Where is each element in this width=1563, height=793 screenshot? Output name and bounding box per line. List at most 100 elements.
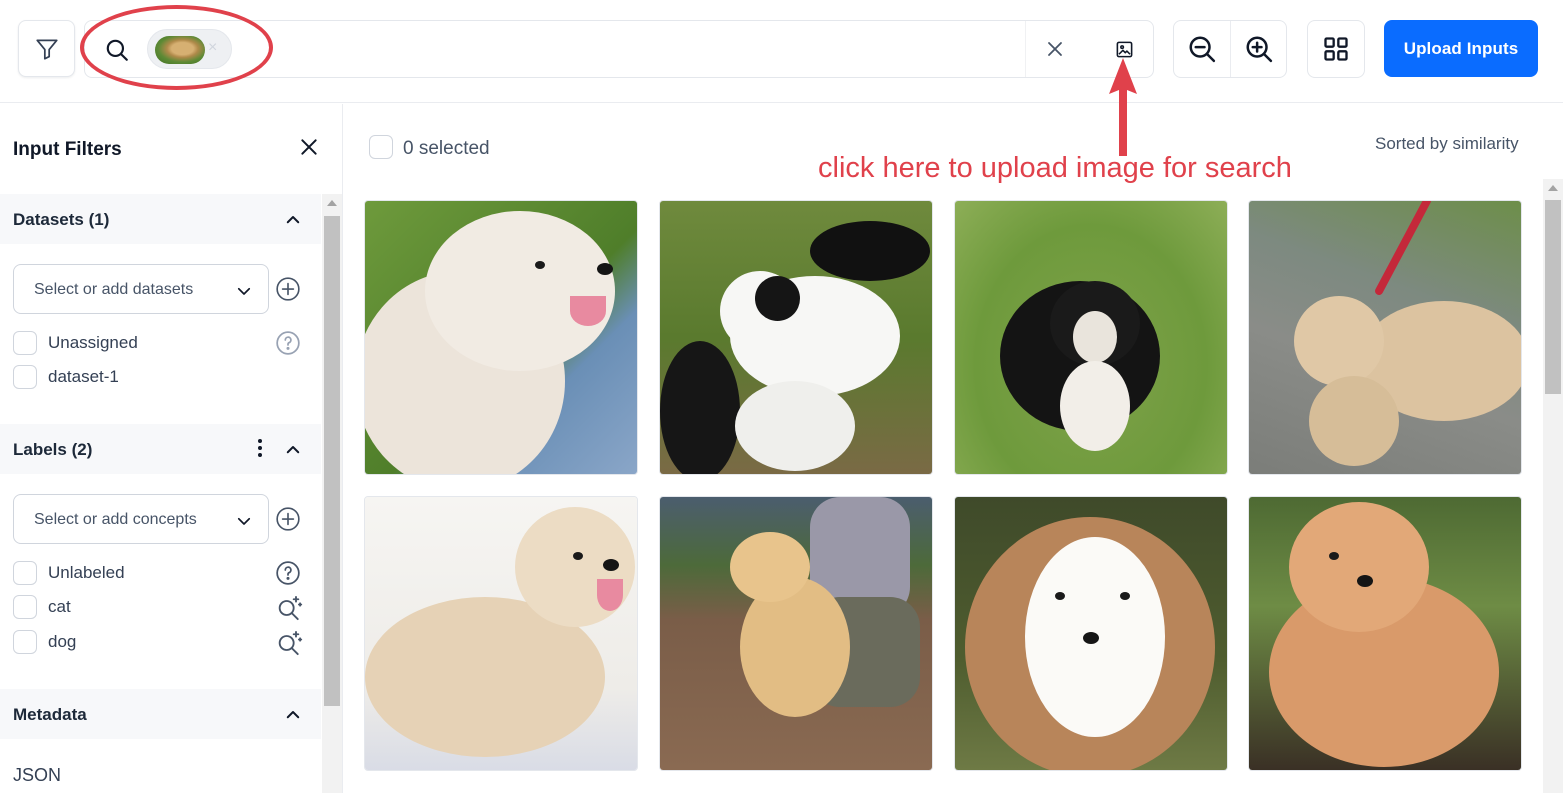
magic-search-icon[interactable]: [275, 629, 303, 662]
sort-indicator[interactable]: Sorted by similarity: [1375, 134, 1519, 154]
dog-head: [1289, 502, 1429, 632]
search-icon: [104, 37, 130, 68]
image-search-chip[interactable]: ×: [147, 29, 232, 69]
scroll-up-arrow-icon[interactable]: [327, 200, 337, 206]
help-circle-icon[interactable]: [275, 330, 301, 361]
dataset-option-unassigned[interactable]: Unassigned: [13, 330, 313, 356]
magic-search-icon[interactable]: [275, 594, 303, 627]
dog-legs: [735, 381, 855, 471]
inputs-gallery: 0 selected Sorted by similarity: [344, 104, 1563, 793]
image-tile[interactable]: [364, 496, 638, 771]
chip-remove-icon[interactable]: ×: [208, 39, 217, 57]
dog-eye: [1329, 552, 1339, 560]
dog-ear-patch: [755, 276, 800, 321]
checkbox[interactable]: [13, 331, 37, 355]
metadata-header-label: Metadata: [13, 705, 87, 724]
gallery-scroll-thumb[interactable]: [1545, 200, 1561, 394]
chevron-down-icon: [235, 282, 253, 305]
chip-image-thumbnail: [155, 36, 205, 64]
datasets-section-header[interactable]: Datasets (1): [0, 194, 321, 244]
checkbox[interactable]: [13, 630, 37, 654]
close-icon: [1048, 42, 1062, 56]
label-option-label: Unlabeled: [48, 563, 125, 582]
dataset-option-label: Unassigned: [48, 333, 138, 352]
close-icon: [301, 139, 317, 155]
black-dog: [810, 221, 930, 281]
image-tile[interactable]: [659, 200, 933, 475]
datasets-select-placeholder: Select or add datasets: [34, 281, 194, 298]
add-dataset-button[interactable]: [275, 276, 301, 307]
filter-icon: [35, 38, 58, 60]
label-option-label: dog: [48, 632, 77, 651]
zoom-out-button[interactable]: [1174, 21, 1230, 77]
image-tile[interactable]: [954, 496, 1228, 771]
dog-eye: [535, 261, 545, 269]
label-option-label: cat: [48, 597, 71, 616]
labels-section-header[interactable]: Labels (2): [0, 424, 321, 474]
add-concept-button[interactable]: [275, 506, 301, 537]
checkbox[interactable]: [13, 561, 37, 585]
dog-nose: [1083, 632, 1099, 644]
image-tile[interactable]: [364, 200, 638, 475]
dog-nose: [1357, 575, 1373, 587]
clear-search-button[interactable]: [1043, 37, 1067, 66]
help-circle-icon[interactable]: [275, 560, 301, 591]
checkbox[interactable]: [13, 595, 37, 619]
dog-nose: [597, 263, 613, 275]
checkbox[interactable]: [13, 365, 37, 389]
dog-tongue: [597, 579, 623, 611]
chevron-up-icon[interactable]: [284, 706, 302, 729]
input-filters-sidebar: Input Filters Datasets (1) Select or add…: [0, 104, 343, 793]
image-icon: [1116, 41, 1132, 57]
filter-toggle-button[interactable]: [18, 20, 75, 77]
upload-inputs-button[interactable]: Upload Inputs: [1384, 20, 1538, 77]
label-option-unlabeled[interactable]: Unlabeled: [13, 560, 313, 586]
image-tile[interactable]: [659, 496, 933, 771]
plus-circle-icon: [276, 507, 300, 531]
image-tile[interactable]: [1248, 200, 1522, 475]
search-bar[interactable]: ×: [84, 20, 1154, 78]
dataset-option-dataset-1[interactable]: dataset-1: [13, 364, 313, 390]
label-option-cat[interactable]: cat: [13, 594, 313, 621]
dog-eye: [1120, 592, 1130, 600]
annotation-callout-text: click here to upload image for search: [818, 152, 1292, 184]
dog-chest: [1060, 361, 1130, 451]
image-tile[interactable]: [954, 200, 1228, 475]
dog-head: [1294, 296, 1384, 386]
metadata-section-header[interactable]: Metadata: [0, 689, 321, 739]
dog-legs: [1309, 376, 1399, 466]
top-bar: × Upload Inputs: [0, 0, 1563, 103]
grid-view-button[interactable]: [1307, 20, 1365, 78]
zoom-out-icon: [1189, 36, 1216, 63]
sidebar-title: Input Filters: [13, 139, 122, 160]
metadata-json-label: JSON: [13, 765, 62, 785]
chevron-up-icon[interactable]: [284, 211, 302, 234]
concepts-select-placeholder: Select or add concepts: [34, 511, 197, 528]
label-option-dog[interactable]: dog: [13, 629, 313, 656]
datasets-header-label: Datasets (1): [13, 210, 110, 229]
more-vertical-icon[interactable]: [254, 437, 266, 464]
zoom-in-button[interactable]: [1230, 21, 1286, 77]
dog-tongue: [570, 296, 606, 326]
plus-circle-icon: [276, 277, 300, 301]
zoom-in-icon: [1246, 36, 1272, 63]
sidebar-scroll-thumb[interactable]: [324, 216, 340, 706]
search-divider: [1025, 21, 1026, 77]
selected-count: 0 selected: [403, 138, 490, 159]
annotation-arrow-icon: [1109, 58, 1137, 156]
dog-head: [730, 532, 810, 602]
concepts-select[interactable]: Select or add concepts: [13, 494, 269, 544]
chevron-up-icon[interactable]: [284, 441, 302, 464]
zoom-controls: [1173, 20, 1287, 78]
black-puppy: [660, 341, 740, 474]
dog-face: [1073, 311, 1117, 363]
dog-eye: [573, 552, 583, 560]
app-root: × Upload Inputs Input Filters Datasets (…: [0, 0, 1563, 793]
scroll-up-arrow-icon[interactable]: [1548, 185, 1558, 191]
datasets-select[interactable]: Select or add datasets: [13, 264, 269, 314]
image-tile[interactable]: [1248, 496, 1522, 771]
labels-header-label: Labels (2): [13, 440, 93, 459]
dataset-option-label: dataset-1: [48, 367, 119, 386]
select-all-checkbox[interactable]: [369, 135, 393, 159]
close-sidebar-button[interactable]: [299, 137, 319, 162]
